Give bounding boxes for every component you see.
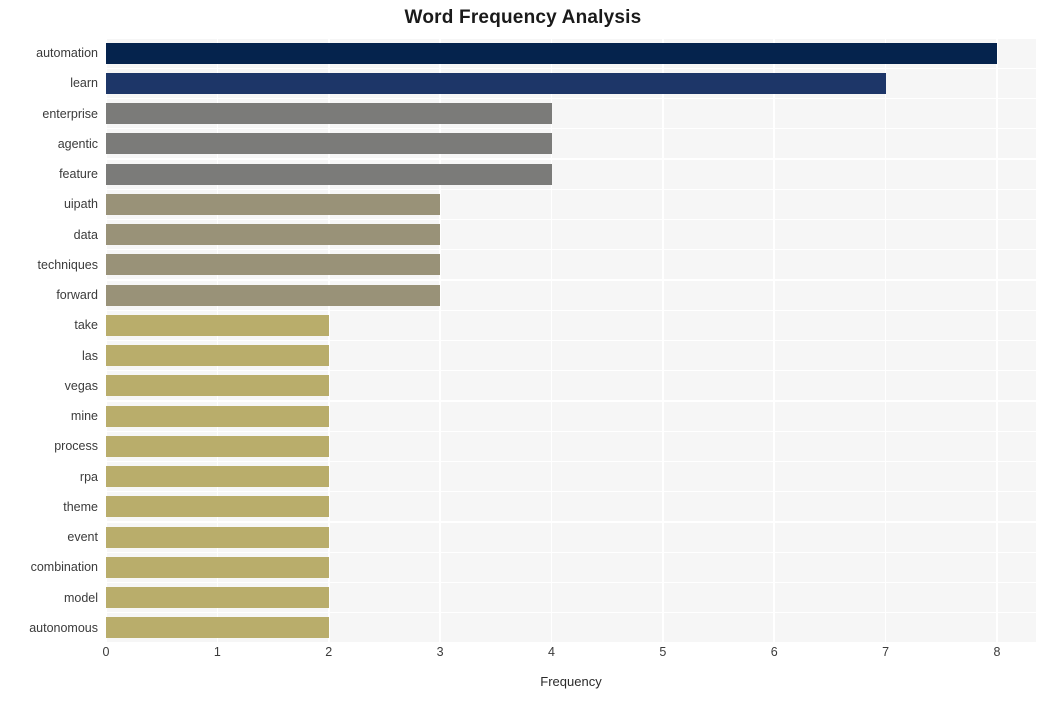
y-axis-tick-label: vegas <box>64 378 98 393</box>
y-axis-tick-label: mine <box>70 409 98 424</box>
y-axis-tick-label: enterprise <box>42 106 98 121</box>
y-axis-tick-label: uipath <box>63 197 98 212</box>
bar <box>106 496 329 518</box>
x-axis-tick-label: 7 <box>882 645 890 659</box>
gridline-horizontal <box>106 97 1036 100</box>
gridline-horizontal <box>106 430 1036 432</box>
y-axis-tick-label: model <box>63 590 98 605</box>
gridline-horizontal <box>106 67 1036 69</box>
y-axis-tick-label: agentic <box>57 136 98 151</box>
x-axis-tick-label: 5 <box>659 645 667 659</box>
gridline-horizontal <box>106 612 1036 614</box>
y-axis-tick-label: techniques <box>37 257 98 272</box>
bar <box>106 163 552 185</box>
bar <box>106 556 329 578</box>
bar <box>106 587 329 609</box>
x-axis-tick-label: 0 <box>102 645 110 659</box>
y-axis-tick-label: take <box>74 318 98 333</box>
gridline-horizontal <box>106 491 1036 493</box>
gridline-horizontal <box>106 158 1036 160</box>
x-axis-label: Frequency <box>540 674 602 689</box>
bar <box>106 617 329 639</box>
gridline-horizontal <box>106 551 1036 553</box>
y-axis-tick-label: las <box>82 348 98 363</box>
y-axis-tick-labels: automation learn enterprise agentic feature u… <box>0 38 98 643</box>
y-axis-tick-label: automation <box>36 46 98 61</box>
gridline-horizontal <box>106 128 1036 130</box>
y-axis-tick-label: theme <box>63 499 98 514</box>
y-axis-tick-label: learn <box>70 76 98 91</box>
gridline-horizontal <box>106 218 1036 221</box>
bar <box>106 466 329 488</box>
x-axis-tick-label: 6 <box>770 645 778 659</box>
x-axis-tick-label: 1 <box>213 645 221 659</box>
y-axis-tick-label: data <box>73 227 98 242</box>
bar <box>106 103 552 125</box>
x-axis-tick-label: 2 <box>325 645 333 659</box>
bar <box>106 72 886 94</box>
bar <box>106 193 441 215</box>
y-axis-tick-label: combination <box>30 560 98 575</box>
bar <box>106 375 329 397</box>
bar <box>106 284 441 306</box>
bar <box>106 133 552 155</box>
bar <box>106 314 329 336</box>
bar <box>106 42 998 64</box>
y-axis-tick-label: forward <box>56 288 98 303</box>
bar <box>106 405 329 427</box>
gridline-horizontal <box>106 370 1036 372</box>
y-axis-tick-label: autonomous <box>29 620 98 635</box>
bar <box>106 435 329 457</box>
gridline-horizontal <box>106 400 1036 402</box>
chart-figure: Word Frequency Analysis automation learn e… <box>0 0 1046 701</box>
gridline-horizontal <box>106 279 1036 281</box>
x-axis-tick-label: 8 <box>993 645 1001 659</box>
gridline-horizontal <box>106 460 1036 463</box>
gridline-horizontal <box>106 339 1036 342</box>
x-axis-tick-label: 3 <box>436 645 444 659</box>
y-axis-tick-label: process <box>54 439 98 454</box>
gridline-horizontal <box>106 188 1036 190</box>
gridline-horizontal <box>106 37 1036 39</box>
plot-area <box>105 37 1036 644</box>
gridline-horizontal <box>106 309 1036 311</box>
gridline-horizontal <box>106 249 1036 251</box>
bar <box>106 345 329 367</box>
bar <box>106 526 329 548</box>
bar <box>106 254 441 276</box>
y-axis-tick-label: feature <box>59 167 98 182</box>
x-axis-tick-label: 4 <box>548 645 555 659</box>
gridline-horizontal <box>106 642 1036 644</box>
bar <box>106 224 441 246</box>
x-axis-tick-labels: 0 1 2 3 4 5 6 7 8 <box>103 645 1036 669</box>
chart-title: Word Frequency Analysis <box>404 7 642 28</box>
gridline-horizontal <box>106 521 1036 523</box>
y-axis-tick-label: event <box>67 530 98 545</box>
gridline-horizontal <box>106 581 1036 584</box>
y-axis-tick-label: rpa <box>79 469 98 484</box>
